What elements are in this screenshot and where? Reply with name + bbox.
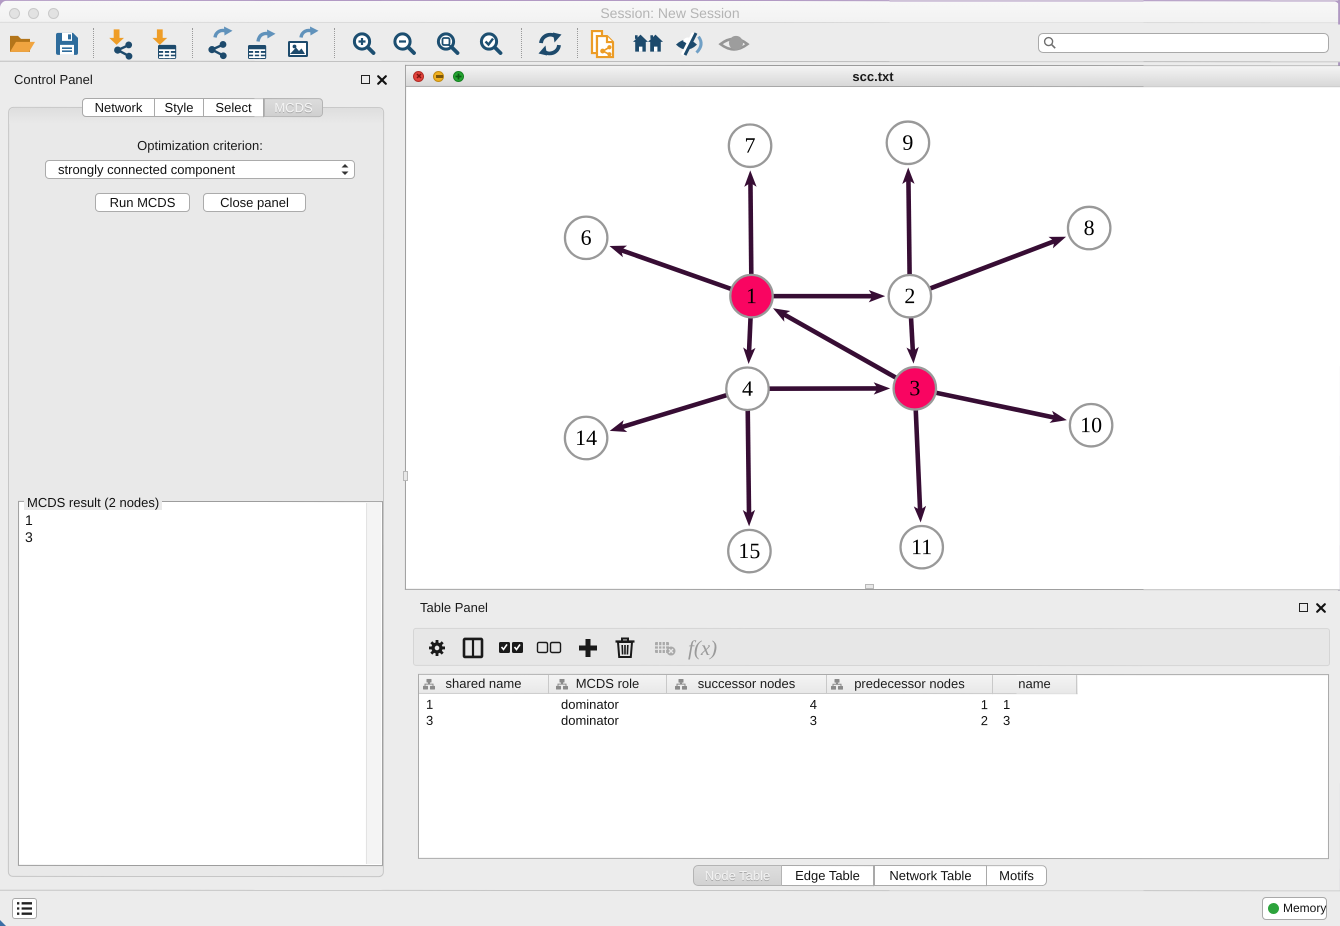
svg-text:3: 3 bbox=[909, 375, 920, 400]
svg-text:f(x): f(x) bbox=[688, 636, 717, 660]
svg-text:4: 4 bbox=[742, 376, 753, 401]
svg-text:6: 6 bbox=[581, 225, 592, 250]
svg-text:15: 15 bbox=[738, 538, 760, 563]
svg-text:14: 14 bbox=[575, 425, 597, 450]
svg-text:11: 11 bbox=[911, 534, 932, 559]
svg-text:9: 9 bbox=[902, 130, 913, 155]
svg-text:8: 8 bbox=[1084, 215, 1095, 240]
svg-text:7: 7 bbox=[745, 133, 756, 158]
svg-text:2: 2 bbox=[904, 283, 915, 308]
svg-text:1: 1 bbox=[746, 283, 757, 308]
svg-text:10: 10 bbox=[1080, 412, 1102, 437]
